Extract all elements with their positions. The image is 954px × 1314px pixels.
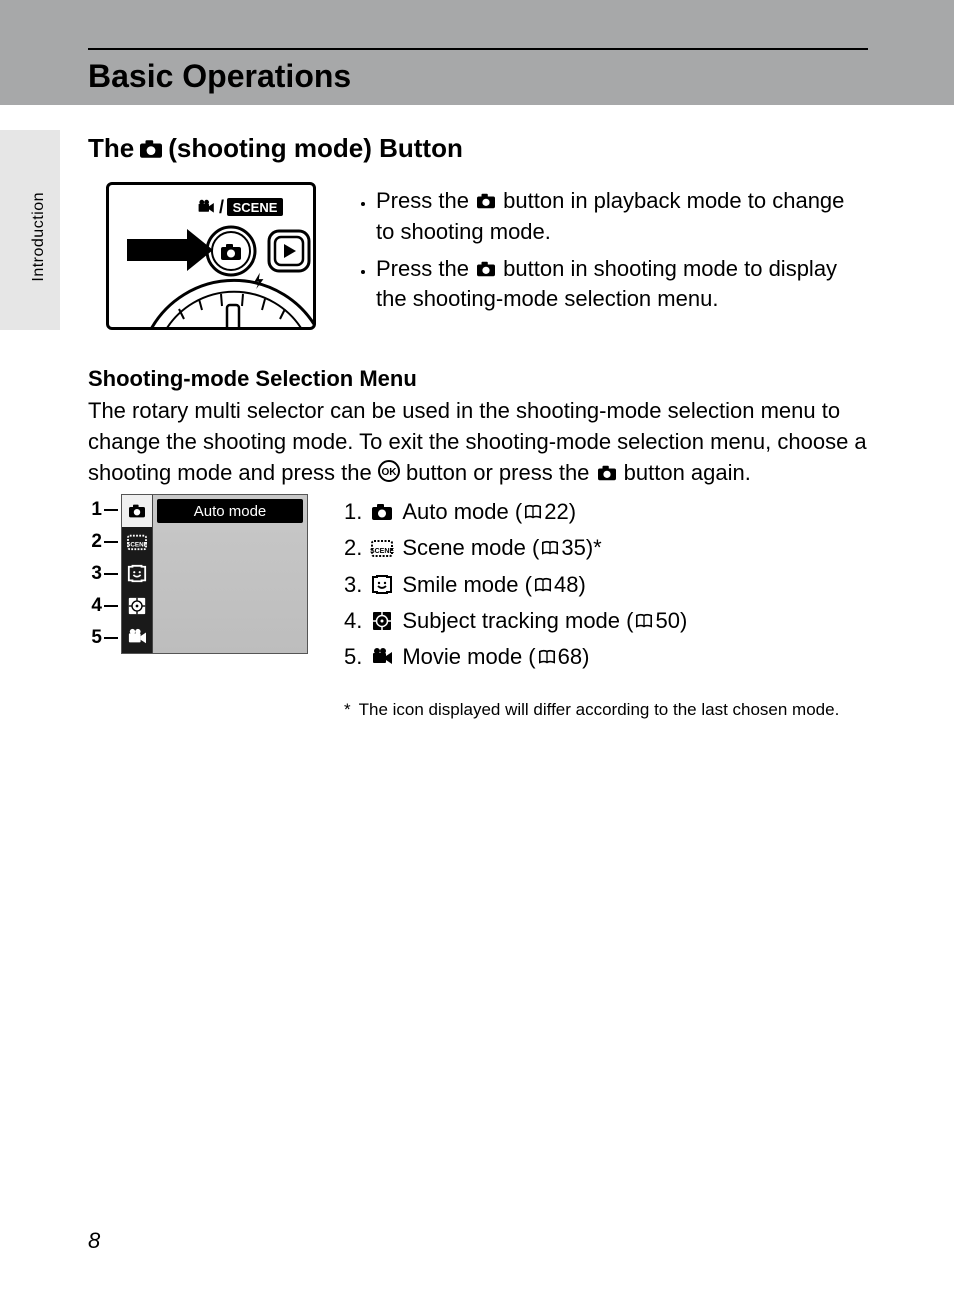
menu-selected-label: Auto mode [157, 499, 303, 523]
text: button or press the [400, 460, 596, 485]
text: Subject tracking mode ( [402, 608, 633, 633]
list-item: 5. Movie mode ( 68) [344, 639, 864, 675]
text: Movie mode ( [402, 644, 535, 669]
scene-plate: SCENE [233, 200, 278, 215]
footnote-marker: * [344, 700, 351, 720]
camera-icon [122, 495, 152, 527]
header-rule [88, 48, 868, 50]
num: 3. [344, 567, 362, 603]
movie-icon [122, 621, 152, 653]
list-item: 4. Subject tracking mode ( 50) [344, 603, 864, 639]
chapter-title: Basic Operations [88, 58, 351, 95]
list-item: Press the button in playback mode to cha… [376, 186, 864, 248]
text: Scene mode ( [402, 535, 539, 560]
page-number: 8 [88, 1228, 100, 1254]
num: 4. [344, 603, 362, 639]
scene-icon [122, 527, 152, 559]
body-text: The rotary multi selector can be used in… [88, 396, 868, 488]
camera-icon [475, 192, 497, 210]
text: button again. [618, 460, 751, 485]
bullet-list: Press the button in playback mode to cha… [344, 186, 864, 321]
camera-icon [138, 138, 164, 160]
text: Smile mode ( [402, 572, 532, 597]
text: ) [578, 572, 585, 597]
movie-icon [370, 647, 394, 667]
page-ref: 48 [554, 572, 578, 597]
book-icon [522, 503, 544, 521]
text: Press the [376, 188, 475, 213]
ok-icon [378, 460, 400, 482]
section-title: The (shooting mode) Button [88, 133, 463, 164]
smile-icon [122, 558, 152, 590]
menu-icon-strip [122, 495, 152, 653]
footnote-text: The icon displayed will differ according… [359, 700, 840, 720]
callout-num: 2 [82, 531, 102, 553]
text: )* [586, 535, 602, 560]
page-ref: 68 [558, 644, 582, 669]
list-item: 2. Scene mode ( 35)* [344, 530, 864, 566]
callout-num: 1 [82, 499, 102, 521]
callout-num: 3 [82, 563, 102, 585]
camera-icon [475, 260, 497, 278]
side-label: Introduction [30, 192, 48, 282]
text: Press the [376, 256, 475, 281]
num: 5. [344, 639, 362, 675]
camera-icon [370, 502, 394, 522]
callout-num: 4 [82, 595, 102, 617]
page-ref: 22 [544, 499, 568, 524]
num: 2. [344, 530, 362, 566]
num: 1. [344, 494, 362, 530]
camera-diagram: / SCENE [106, 182, 316, 330]
menu-panel: Auto mode [152, 495, 307, 653]
camera-icon [596, 464, 618, 482]
footnote: * The icon displayed will differ accordi… [344, 700, 868, 720]
scene-icon [370, 538, 394, 558]
subject-tracking-icon [370, 610, 394, 632]
svg-text:/: / [219, 197, 224, 217]
smile-icon [370, 574, 394, 596]
book-icon [532, 576, 554, 594]
list-item: Press the button in shooting mode to dis… [376, 254, 864, 316]
book-icon [539, 539, 561, 557]
mode-list: 1. Auto mode ( 22) 2. Scene mode ( 35)* 3.… [344, 494, 864, 675]
book-icon [633, 612, 655, 630]
callout-num: 5 [82, 627, 102, 649]
subsection-title: Shooting-mode Selection Menu [88, 366, 417, 392]
text: Auto mode ( [402, 499, 522, 524]
page-ref: 50 [655, 608, 679, 633]
text: ) [582, 644, 589, 669]
list-item: 1. Auto mode ( 22) [344, 494, 864, 530]
subject-tracking-icon [122, 590, 152, 622]
text: ) [569, 499, 576, 524]
section-title-pre: The [88, 133, 134, 164]
list-item: 3. Smile mode ( 48) [344, 567, 864, 603]
section-title-post: (shooting mode) Button [168, 133, 463, 164]
text: ) [680, 608, 687, 633]
book-icon [536, 648, 558, 666]
menu-figure: 1 2 3 4 5 Auto mode [82, 494, 312, 654]
page-ref: 35 [561, 535, 585, 560]
